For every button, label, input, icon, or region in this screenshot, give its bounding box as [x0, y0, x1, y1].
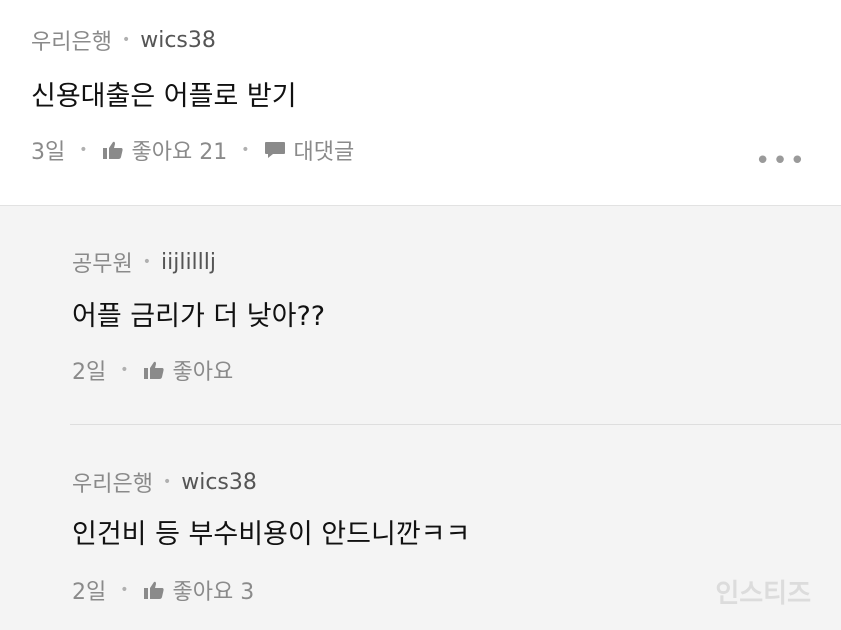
reply-thread: 공무원 • iijlilllj 어플 금리가 더 낮아?? 2일 • 좋아요 우…	[0, 206, 841, 630]
watermark-logo: 인스티즈	[715, 579, 811, 609]
username[interactable]: iijlilllj	[161, 250, 216, 275]
reply-meta: 공무원 • iijlilllj	[72, 246, 216, 278]
like-label: 좋아요	[172, 360, 234, 385]
company-label[interactable]: 공무원	[72, 246, 133, 278]
like-button[interactable]: 좋아요	[143, 354, 234, 386]
like-label: 좋아요 3	[172, 580, 255, 605]
separator-dot: •	[120, 362, 129, 378]
thumbs-up-icon	[102, 141, 123, 159]
like-label: 좋아요 21	[131, 140, 228, 165]
like-button[interactable]: 좋아요 21	[102, 134, 228, 166]
thumbs-up-icon	[143, 361, 164, 379]
reply-text: 인건비 등 부수비용이 안드니깐ㅋㅋ	[72, 519, 471, 550]
comment-text: 신용대출은 어플로 받기	[31, 81, 297, 112]
comment-actions: 3일 • 좋아요 21 • 대댓글	[31, 134, 354, 166]
company-label[interactable]: 우리은행	[31, 24, 112, 56]
username[interactable]: wics38	[140, 28, 216, 53]
like-button[interactable]: 좋아요 3	[143, 574, 255, 606]
reply-actions: 2일 • 좋아요	[72, 354, 233, 386]
reply-label: 대댓글	[293, 140, 355, 165]
reply-button[interactable]: 대댓글	[264, 134, 355, 166]
separator-dot: •	[120, 582, 129, 598]
reply-meta: 우리은행 • wics38	[72, 466, 257, 498]
separator-dot: •	[79, 142, 88, 158]
reply-time: 2일	[72, 360, 107, 385]
username[interactable]: wics38	[181, 470, 257, 495]
speech-bubble-icon	[264, 142, 285, 158]
divider	[70, 424, 841, 425]
separator-dot: •	[121, 32, 131, 48]
reply-text: 어플 금리가 더 낮아??	[72, 301, 326, 332]
separator-dot: •	[142, 254, 151, 270]
comment-meta: 우리은행 • wics38	[31, 24, 216, 56]
separator-dot: •	[241, 142, 250, 158]
comment: 우리은행 • wics38 신용대출은 어플로 받기 3일 • 좋아요 21 •…	[0, 0, 841, 206]
separator-dot: •	[162, 474, 172, 490]
company-label[interactable]: 우리은행	[72, 466, 153, 498]
reply-actions: 2일 • 좋아요 3	[72, 574, 254, 606]
more-icon[interactable]: •••	[755, 146, 807, 176]
comment-time: 3일	[31, 140, 66, 165]
reply-time: 2일	[72, 580, 107, 605]
thumbs-up-icon	[143, 581, 164, 599]
